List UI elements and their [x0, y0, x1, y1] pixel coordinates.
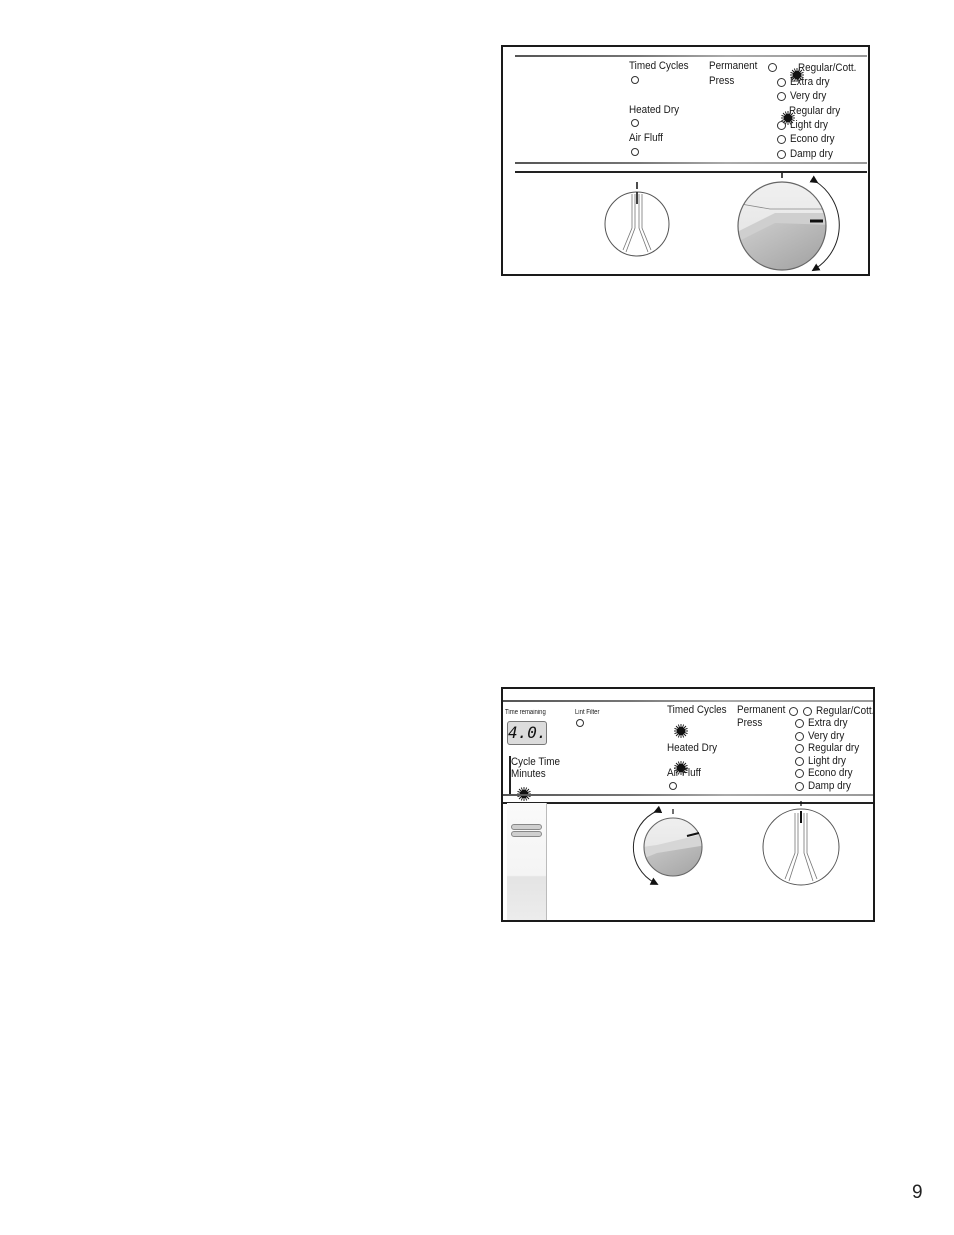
dryness-option-econo-dry[interactable]: Econo dry — [795, 766, 858, 780]
air-fluff-indicator[interactable] — [631, 148, 639, 156]
indicator-off-icon — [777, 120, 786, 130]
air-fluff-label: Air Fluff — [629, 132, 663, 144]
indicator-off-icon — [777, 149, 786, 159]
permanent-press-indicator[interactable] — [768, 63, 777, 72]
permanent-press-label-line2: Press — [737, 717, 763, 729]
dryness-option-damp-dry[interactable]: Damp dry — [795, 779, 856, 793]
dryness-option-light-dry[interactable]: Light dry — [777, 118, 832, 132]
indicator-off-icon — [795, 718, 804, 728]
start-knob[interactable] — [601, 180, 673, 260]
program-knob[interactable] — [735, 173, 847, 277]
control-panel-bottom: Time remaining 4.0. Lint Filter Cycle Ti… — [501, 687, 875, 922]
slider-handle[interactable] — [511, 831, 542, 837]
dryness-option-extra-dry[interactable]: Extra dry — [777, 75, 834, 89]
start-knob[interactable] — [761, 801, 841, 887]
permanent-press-label: Permanent — [709, 60, 758, 72]
time-remaining-label: Time remaining — [505, 709, 546, 716]
air-fluff-indicator[interactable] — [669, 782, 677, 790]
timed-cycles-indicator[interactable] — [667, 717, 681, 731]
indicator-off-icon — [777, 77, 786, 87]
indicator-lit-icon — [783, 61, 797, 75]
dryness-option-very-dry[interactable]: Very dry — [777, 89, 830, 103]
dryness-option-regular-cott[interactable]: Regular/Cott. — [786, 61, 863, 75]
program-knob[interactable] — [627, 805, 709, 889]
dryness-option-econo-dry[interactable]: Econo dry — [777, 132, 840, 146]
dryness-option-extra-dry[interactable]: Extra dry — [795, 716, 852, 730]
indicator-off-icon — [795, 756, 804, 766]
panel-divider — [515, 162, 867, 164]
indicator-off-icon — [795, 743, 804, 753]
timed-cycles-label: Timed Cycles — [629, 60, 689, 72]
timed-cycles-label: Timed Cycles — [667, 704, 727, 716]
time-remaining-display: 4.0. — [507, 721, 547, 745]
indicator-lit-icon — [774, 104, 788, 118]
indicator-off-icon — [777, 134, 786, 144]
permanent-press-label: Permanent — [737, 704, 786, 716]
heated-dry-indicator[interactable] — [667, 754, 681, 768]
heated-dry-label: Heated Dry — [629, 104, 680, 116]
indicator-off-icon — [777, 91, 786, 101]
dryness-option-regular-dry[interactable]: Regular dry — [795, 741, 865, 755]
indicator-off-icon — [795, 768, 804, 778]
slider-handle[interactable] — [511, 824, 542, 830]
control-slider[interactable] — [507, 803, 547, 920]
page-number: 9 — [912, 1182, 923, 1203]
lint-filter-label: Lint Filter — [575, 709, 600, 716]
panel-divider — [515, 55, 867, 57]
timed-cycles-indicator[interactable] — [631, 76, 639, 84]
lint-filter-indicator — [576, 719, 584, 727]
dryness-option-regular-dry[interactable]: Regular dry — [777, 104, 846, 118]
cycle-time-indicator[interactable] — [510, 780, 524, 794]
control-panel-top: Timed Cycles Heated Dry Air Fluff Perman… — [501, 45, 870, 276]
panel-divider — [503, 700, 873, 702]
permanent-press-indicator[interactable] — [789, 707, 798, 716]
dryness-option-damp-dry[interactable]: Damp dry — [777, 147, 838, 161]
permanent-press-label-line2: Press — [709, 75, 735, 87]
indicator-off-icon — [795, 731, 804, 741]
indicator-off-icon — [795, 781, 804, 791]
panel-divider — [503, 794, 873, 796]
heated-dry-indicator[interactable] — [631, 119, 639, 127]
air-fluff-label: Air Fluff — [667, 767, 701, 779]
indicator-off-icon — [803, 706, 812, 716]
